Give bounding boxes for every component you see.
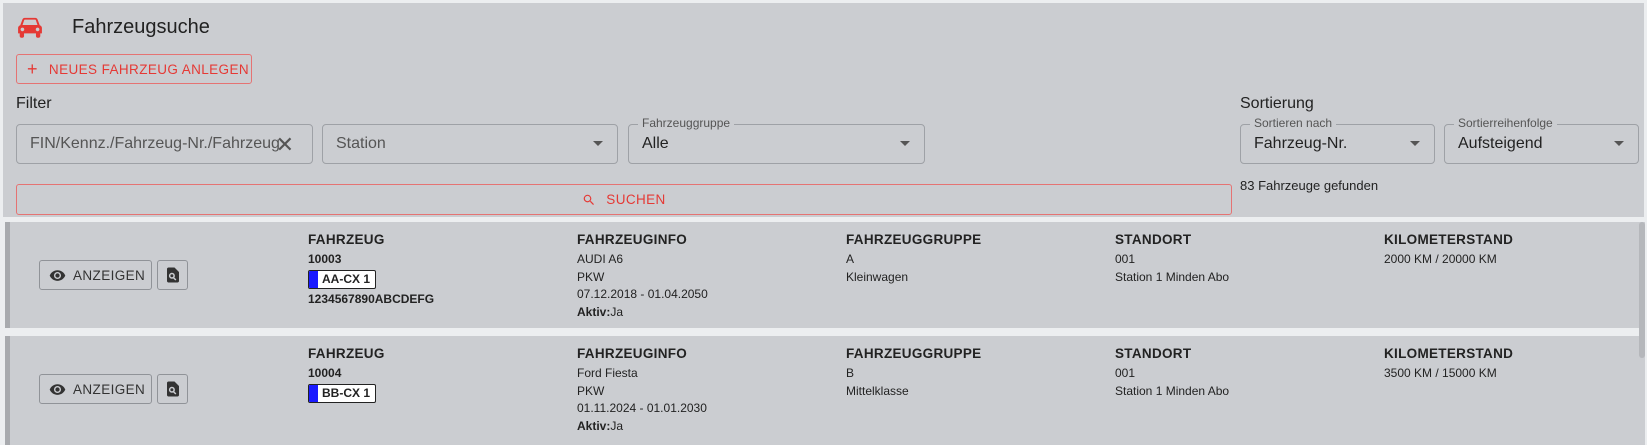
station-code: 001 bbox=[1115, 366, 1136, 380]
sort-by-label: Sortieren nach bbox=[1250, 116, 1337, 130]
plate-text: AA-CX 1 bbox=[322, 272, 371, 286]
sort-order-select[interactable]: Sortierreihenfolge Aufsteigend bbox=[1444, 116, 1639, 164]
vehicle-group-value: Alle bbox=[642, 135, 669, 152]
new-vehicle-button[interactable]: + NEUES FAHRZEUG ANLEGEN bbox=[16, 54, 252, 84]
vehicle-number: 10003 bbox=[308, 252, 342, 266]
vehicle-column: FAHRZEUG 10003 AA-CX 1 1234567890ABCDEFG bbox=[308, 232, 434, 308]
sort-order-label: Sortierreihenfolge bbox=[1454, 116, 1557, 130]
search-icon bbox=[584, 194, 595, 205]
location-column: STANDORT 001 Station 1 Minden Abo bbox=[1115, 232, 1229, 286]
search-panel: Fahrzeugsuche + NEUES FAHRZEUG ANLEGEN F… bbox=[3, 3, 1644, 217]
vehicle-model: AUDI A6 bbox=[577, 252, 624, 266]
vehicle-type: PKW bbox=[577, 383, 605, 398]
eye-icon bbox=[49, 383, 66, 395]
search-input[interactable]: FIN/Kennz./Fahrzeug-Nr./Fahrzeug ✕ bbox=[16, 124, 313, 164]
column-header: STANDORT bbox=[1115, 346, 1192, 361]
vehicle-card: ANZEIGEN FAHRZEUG 10003 AA-CX 1 12345678… bbox=[5, 222, 1645, 328]
vehicle-info-column: FAHRZEUGINFO AUDI A6 PKW 07.12.2018 - 01… bbox=[577, 232, 708, 321]
vehicle-period: 07.12.2018 - 01.04.2050 bbox=[577, 287, 708, 301]
station-select[interactable]: Station bbox=[322, 124, 618, 164]
station-name: Station 1 Minden Abo bbox=[1115, 269, 1230, 284]
group-code: A bbox=[846, 252, 855, 266]
page-title: Fahrzeugsuche bbox=[72, 16, 210, 38]
mileage-value: 2000 KM / 20000 KM bbox=[1384, 252, 1497, 266]
plate-text: BB-CX 1 bbox=[322, 386, 371, 400]
chevron-down-icon bbox=[900, 141, 910, 146]
document-search-icon bbox=[166, 267, 179, 283]
eu-band bbox=[309, 384, 318, 402]
chevron-down-icon bbox=[593, 141, 603, 146]
vehicle-card: ANZEIGEN FAHRZEUG 10004 BB-CX 1 FAHRZEUG… bbox=[5, 336, 1645, 445]
show-button[interactable]: ANZEIGEN bbox=[39, 260, 152, 290]
license-plate: BB-CX 1 bbox=[308, 383, 377, 403]
eu-band bbox=[309, 270, 318, 288]
vehicle-type: PKW bbox=[577, 269, 605, 284]
group-name: Mittelklasse bbox=[846, 383, 909, 398]
sort-by-select[interactable]: Sortieren nach Fahrzeug-Nr. bbox=[1240, 116, 1435, 164]
active-label: Aktiv: bbox=[577, 304, 611, 319]
vehicle-period: 01.11.2024 - 01.01.2030 bbox=[577, 401, 707, 415]
mileage-column: KILOMETERSTAND 2000 KM / 20000 KM bbox=[1384, 232, 1513, 269]
station-name: Station 1 Minden Abo bbox=[1115, 383, 1230, 398]
search-label: SUCHEN bbox=[606, 192, 666, 207]
vehicle-group-column: FAHRZEUGGRUPPE A Kleinwagen bbox=[846, 232, 981, 286]
chevron-down-icon bbox=[1614, 141, 1624, 146]
column-header: KILOMETERSTAND bbox=[1384, 232, 1514, 247]
clear-icon[interactable]: ✕ bbox=[276, 134, 294, 156]
show-label: ANZEIGEN bbox=[73, 381, 146, 397]
active-value: Ja bbox=[610, 304, 624, 319]
sort-section-label: Sortierung bbox=[1240, 95, 1314, 112]
active-label: Aktiv: bbox=[577, 418, 611, 433]
vehicle-group-label: Fahrzeuggruppe bbox=[638, 116, 735, 130]
column-header: STANDORT bbox=[1115, 232, 1192, 247]
show-label: ANZEIGEN bbox=[73, 267, 146, 283]
vehicle-number: 10004 bbox=[308, 366, 342, 380]
plus-icon: + bbox=[27, 59, 38, 79]
vehicle-info-column: FAHRZEUGINFO Ford Fiesta PKW 01.11.2024 … bbox=[577, 346, 707, 435]
page-header: Fahrzeugsuche bbox=[17, 16, 210, 39]
search-placeholder: FIN/Kennz./Fahrzeug-Nr./Fahrzeug bbox=[30, 135, 280, 152]
location-column: STANDORT 001 Station 1 Minden Abo bbox=[1115, 346, 1229, 400]
show-button[interactable]: ANZEIGEN bbox=[39, 374, 152, 404]
vehicle-group-column: FAHRZEUGGRUPPE B Mittelklasse bbox=[846, 346, 981, 400]
vehicle-model: Ford Fiesta bbox=[577, 366, 638, 380]
vehicle-group-select[interactable]: Fahrzeuggruppe Alle bbox=[628, 116, 925, 164]
license-plate: AA-CX 1 bbox=[308, 269, 377, 289]
sort-order-value: Aufsteigend bbox=[1458, 135, 1543, 152]
station-placeholder: Station bbox=[336, 135, 386, 152]
mileage-value: 3500 KM / 15000 KM bbox=[1384, 366, 1497, 380]
scrollbar[interactable] bbox=[1639, 222, 1645, 358]
column-header: FAHRZEUGGRUPPE bbox=[846, 346, 982, 361]
vehicle-column: FAHRZEUG 10004 BB-CX 1 bbox=[308, 346, 385, 405]
result-count: 83 Fahrzeuge gefunden bbox=[1240, 178, 1379, 193]
column-header: FAHRZEUGINFO bbox=[577, 346, 688, 361]
group-code: B bbox=[846, 366, 855, 380]
new-vehicle-label: NEUES FAHRZEUG ANLEGEN bbox=[48, 61, 250, 77]
column-header: FAHRZEUG bbox=[308, 346, 385, 361]
sort-by-value: Fahrzeug-Nr. bbox=[1254, 135, 1348, 152]
search-button[interactable]: SUCHEN bbox=[16, 184, 1232, 215]
group-name: Kleinwagen bbox=[846, 269, 909, 284]
chevron-down-icon bbox=[1410, 141, 1420, 146]
car-icon bbox=[17, 17, 43, 39]
column-header: FAHRZEUGGRUPPE bbox=[846, 232, 982, 247]
document-search-icon bbox=[166, 381, 179, 397]
station-code: 001 bbox=[1115, 252, 1136, 266]
column-header: KILOMETERSTAND bbox=[1384, 346, 1514, 361]
active-value: Ja bbox=[610, 418, 624, 433]
mileage-column: KILOMETERSTAND 3500 KM / 15000 KM bbox=[1384, 346, 1513, 383]
vin: 1234567890ABCDEFG bbox=[308, 291, 435, 306]
document-search-button[interactable] bbox=[157, 374, 188, 404]
eye-icon bbox=[49, 269, 66, 281]
document-search-button[interactable] bbox=[157, 260, 188, 290]
filter-section-label: Filter bbox=[16, 95, 52, 112]
column-header: FAHRZEUGINFO bbox=[577, 232, 688, 247]
column-header: FAHRZEUG bbox=[308, 232, 385, 247]
